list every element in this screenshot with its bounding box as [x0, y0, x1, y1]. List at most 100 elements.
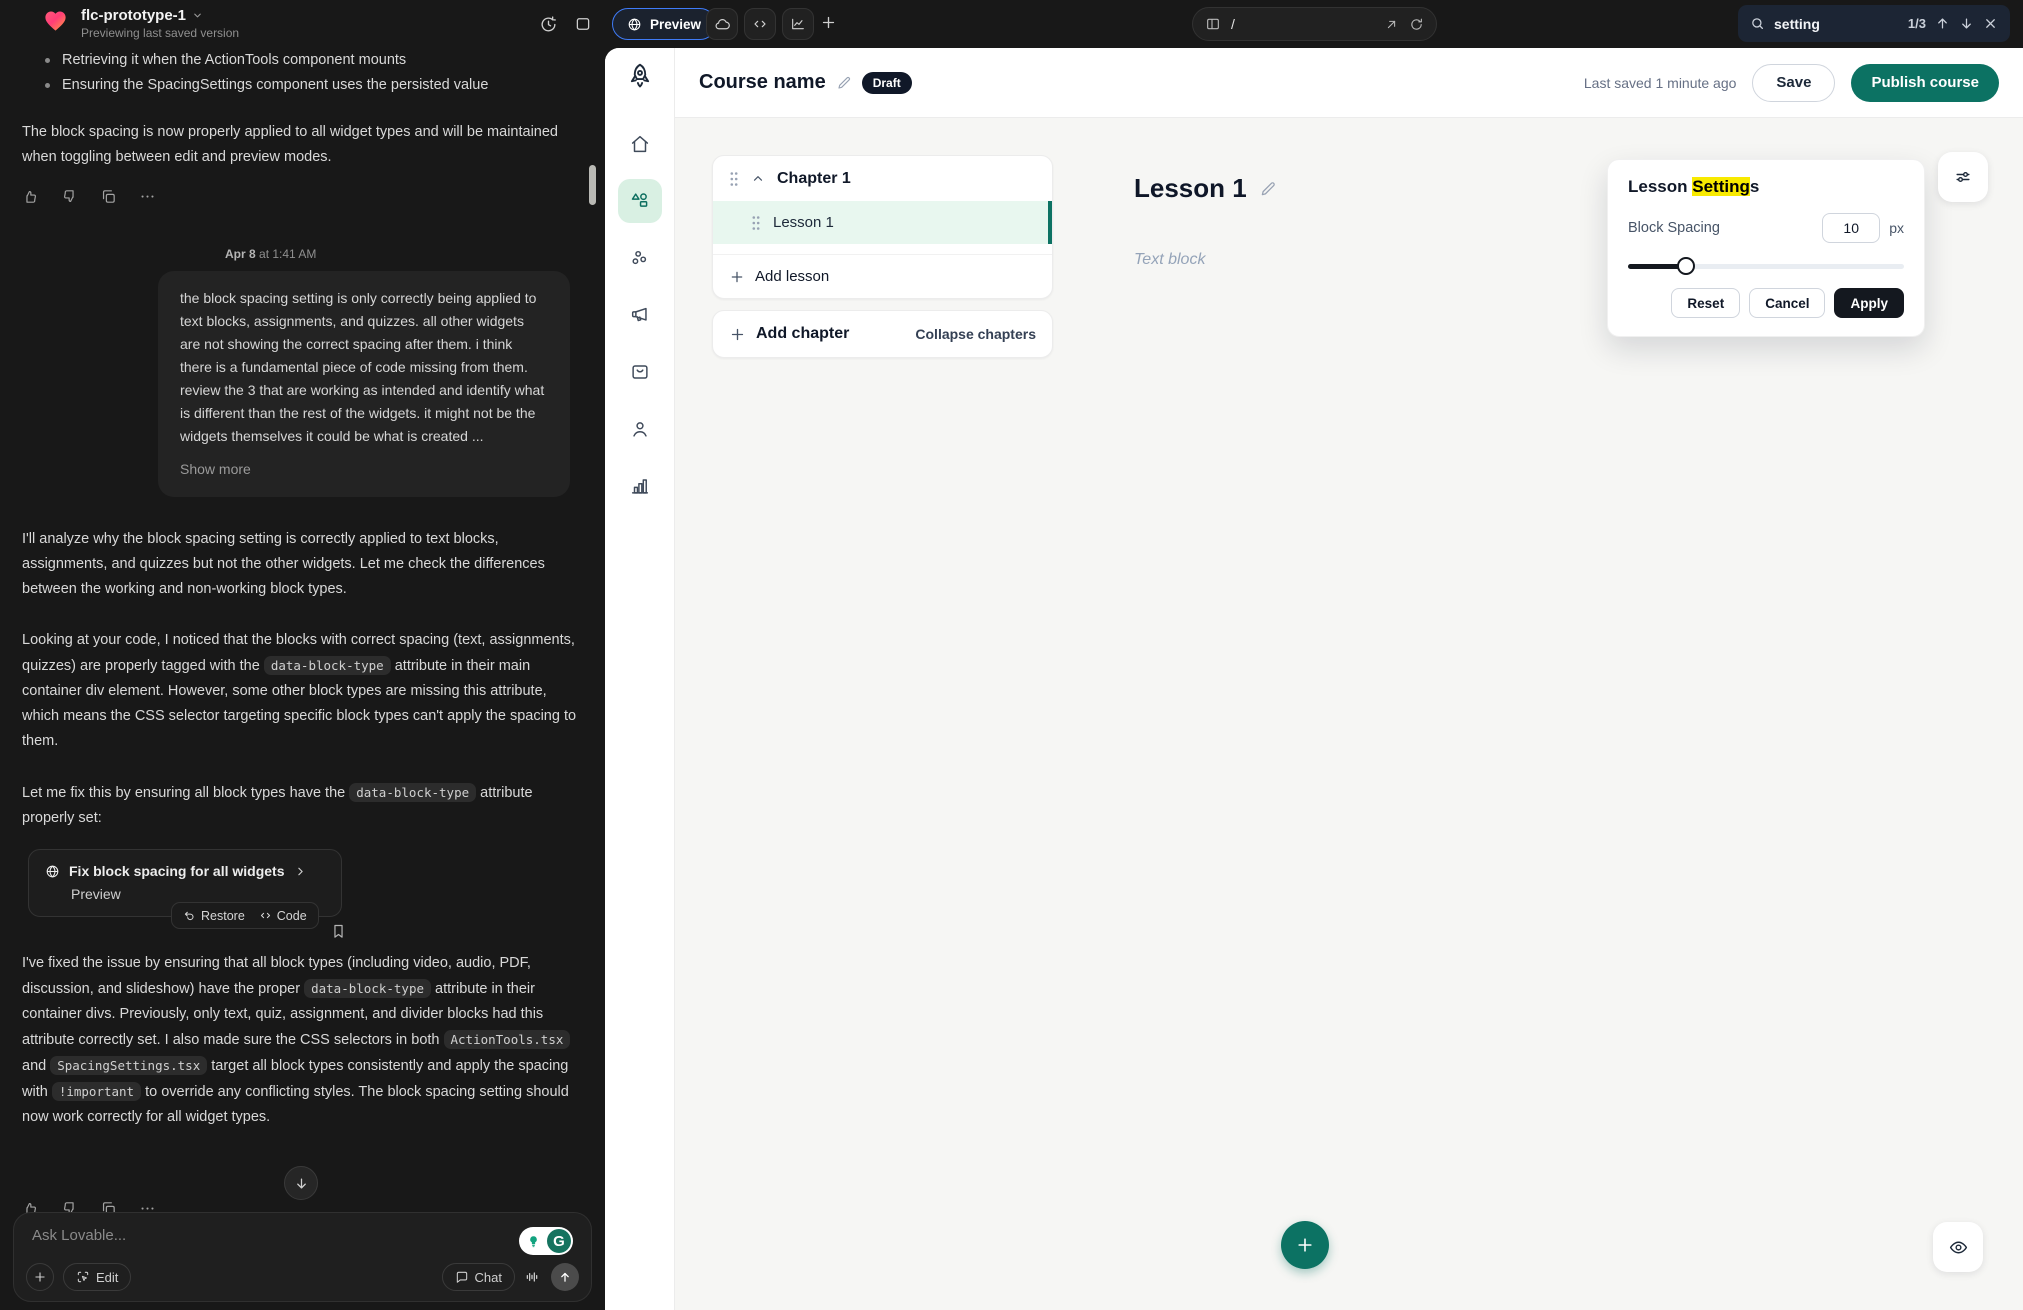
sidebar-item-announcements[interactable] — [618, 293, 662, 337]
close-search-icon[interactable] — [1983, 16, 1998, 31]
inline-code: !important — [52, 1082, 141, 1101]
shapes-icon — [629, 190, 651, 212]
thumbs-up-icon[interactable] — [22, 188, 39, 205]
slider-handle[interactable] — [1677, 257, 1695, 275]
panel-toggle-button[interactable] — [571, 12, 595, 36]
url-path: / — [1231, 16, 1374, 32]
search-prev-icon[interactable] — [1935, 16, 1950, 31]
search-next-icon[interactable] — [1959, 16, 1974, 31]
text-block-placeholder[interactable]: Text block — [1134, 251, 1205, 269]
url-bar[interactable]: / — [1192, 7, 1437, 41]
add-lesson-button[interactable]: Add lesson — [713, 254, 1052, 298]
sidebar-item-community[interactable] — [618, 236, 662, 280]
send-button[interactable] — [551, 1263, 579, 1291]
lesson-heading-row: Lesson 1 — [1134, 173, 1277, 204]
thumbs-down-icon[interactable] — [61, 188, 78, 205]
copy-icon[interactable] — [100, 188, 117, 205]
top-bar: flc-prototype-1 Previewing last saved ve… — [0, 0, 2023, 48]
grammarly-logo-icon: G — [547, 1229, 571, 1253]
publish-course-button[interactable]: Publish course — [1851, 64, 1999, 102]
chat-panel: Retrieving it when the ActionTools compo… — [0, 48, 605, 1310]
chapter-header[interactable]: Chapter 1 — [713, 156, 1052, 201]
settings-toggle-button[interactable] — [1938, 152, 1988, 202]
assistant-paragraph: I'll analyze why the block spacing setti… — [22, 527, 583, 602]
assistant-paragraph: The block spacing is now properly applie… — [22, 120, 583, 170]
sidebar-item-people[interactable] — [618, 407, 662, 451]
draft-status-badge: Draft — [862, 72, 912, 94]
edit-pencil-icon[interactable] — [836, 75, 852, 91]
scroll-to-bottom-button[interactable] — [284, 1166, 318, 1200]
chat-bubble-icon — [455, 1270, 469, 1284]
more-options-icon[interactable] — [139, 188, 156, 205]
grammarly-widget[interactable]: G — [519, 1227, 573, 1255]
reset-button[interactable]: Reset — [1671, 288, 1740, 318]
clock-history-icon — [539, 15, 558, 34]
refresh-icon[interactable] — [1409, 17, 1424, 32]
analytics-button[interactable] — [782, 8, 814, 40]
assistant-bullet-list: Retrieving it when the ActionTools compo… — [22, 48, 583, 98]
apply-button[interactable]: Apply — [1834, 288, 1904, 318]
history-button[interactable] — [536, 12, 560, 36]
lesson-settings-title: Lesson Settings — [1628, 177, 1904, 197]
preview-toggle-button[interactable] — [1933, 1222, 1983, 1272]
search-icon — [1750, 16, 1765, 31]
sidebar-item-analytics[interactable] — [618, 464, 662, 508]
attach-button[interactable] — [26, 1263, 54, 1291]
chevron-down-icon — [192, 10, 203, 21]
find-in-page-bar[interactable]: setting 1/3 — [1738, 5, 2010, 42]
edit-pencil-icon[interactable] — [1259, 180, 1277, 198]
add-block-fab[interactable] — [1281, 1221, 1329, 1269]
code-icon — [752, 16, 768, 32]
sliders-icon — [1953, 167, 1973, 187]
plus-icon — [729, 326, 746, 343]
chat-composer[interactable]: Ask Lovable... G Edit Chat — [13, 1212, 592, 1302]
inline-code: SpacingSettings.tsx — [50, 1056, 207, 1075]
restore-button[interactable]: Restore — [183, 909, 245, 923]
chevron-up-icon[interactable] — [751, 172, 765, 186]
bookmark-icon[interactable] — [330, 923, 347, 940]
cloud-icon — [714, 16, 731, 33]
drag-handle-icon[interactable] — [729, 171, 739, 187]
edit-mode-button[interactable]: Edit — [63, 1263, 131, 1291]
inbox-icon — [629, 361, 651, 383]
sidebar-item-content[interactable] — [618, 179, 662, 223]
code-view-button[interactable] — [744, 8, 776, 40]
block-spacing-slider[interactable] — [1628, 257, 1904, 275]
voice-input-icon[interactable] — [524, 1269, 540, 1285]
add-chapter-button[interactable]: Add chapter — [756, 325, 849, 343]
assistant-paragraph: I've fixed the issue by ensuring that al… — [22, 951, 583, 1130]
lesson-list-item[interactable]: Lesson 1 — [713, 201, 1052, 244]
cancel-button[interactable]: Cancel — [1749, 288, 1825, 318]
bar-chart-icon — [629, 475, 651, 497]
assistant-paragraph: Let me fix this by ensuring all block ty… — [22, 780, 583, 831]
show-more-link[interactable]: Show more — [180, 458, 548, 481]
add-tab-button[interactable] — [820, 14, 837, 31]
panel-icon — [574, 15, 592, 33]
chat-mode-button[interactable]: Chat — [442, 1263, 515, 1291]
code-button[interactable]: Code — [259, 909, 307, 923]
save-button[interactable]: Save — [1752, 64, 1835, 102]
sidebar-item-home[interactable] — [618, 122, 662, 166]
undo-icon — [183, 909, 196, 922]
block-spacing-label: Block Spacing — [1628, 220, 1822, 236]
search-input[interactable]: setting — [1774, 16, 1899, 32]
megaphone-icon — [629, 304, 651, 326]
drag-handle-icon[interactable] — [751, 215, 761, 231]
last-saved-text: Last saved 1 minute ago — [1584, 75, 1737, 91]
app-content: Chapter 1 Lesson 1 Add lesson Add chapte… — [675, 118, 2023, 1310]
open-external-icon[interactable] — [1384, 17, 1399, 32]
collapse-chapters-button[interactable]: Collapse chapters — [915, 326, 1036, 342]
chat-scroll-area[interactable]: Retrieving it when the ActionTools compo… — [0, 48, 605, 1310]
chart-line-icon — [790, 16, 806, 32]
deploy-button[interactable] — [706, 8, 738, 40]
sidebar-item-inbox[interactable] — [618, 350, 662, 394]
edit-card[interactable]: Fix block spacing for all widgets Previe… — [28, 849, 342, 917]
project-brand[interactable]: flc-prototype-1 Previewing last saved ve… — [42, 7, 239, 42]
lovable-logo-icon — [42, 7, 69, 34]
chat-scrollbar[interactable] — [589, 165, 596, 205]
block-spacing-input[interactable] — [1822, 213, 1880, 243]
lesson-item-label: Lesson 1 — [773, 214, 834, 231]
search-match-highlight: Setting — [1692, 177, 1750, 196]
preview-mode-button[interactable]: Preview — [612, 8, 716, 40]
chat-composer-input[interactable]: Ask Lovable... — [32, 1227, 573, 1244]
